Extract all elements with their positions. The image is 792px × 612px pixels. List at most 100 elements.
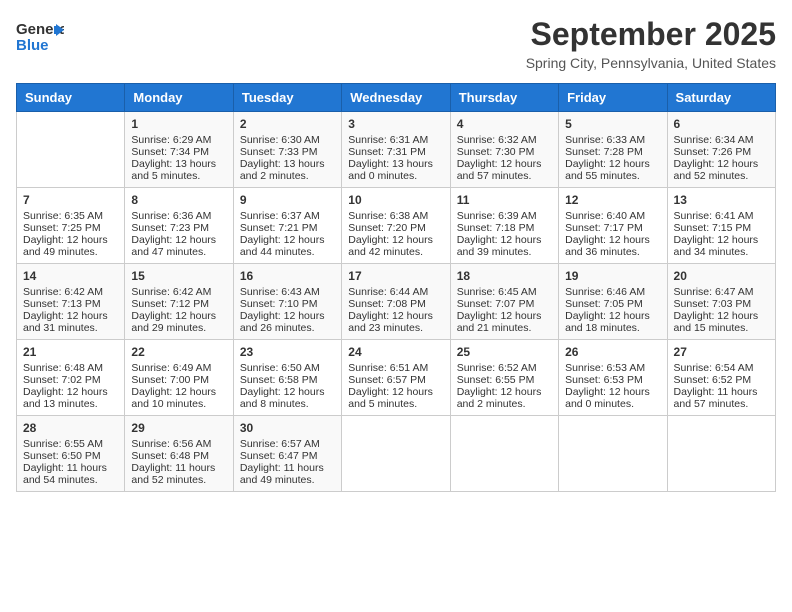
day-number: 8 [131, 193, 226, 207]
day-info: Daylight: 12 hours [674, 234, 769, 246]
day-number: 2 [240, 117, 335, 131]
calendar-cell: 22Sunrise: 6:49 AMSunset: 7:00 PMDayligh… [125, 340, 233, 416]
day-info: Sunset: 7:03 PM [674, 298, 769, 310]
calendar-cell: 12Sunrise: 6:40 AMSunset: 7:17 PMDayligh… [559, 188, 667, 264]
day-number: 26 [565, 345, 660, 359]
day-number: 28 [23, 421, 118, 435]
weekday-header-monday: Monday [125, 84, 233, 112]
calendar-cell: 28 Sunrise: 6:55 AMSunset: 6:50 PMDayligh… [17, 416, 125, 492]
day-info: Sunrise: 6:56 AM [131, 438, 226, 450]
day-info: and 2 minutes. [457, 398, 552, 410]
day-number: 21 [23, 345, 118, 359]
calendar-cell: 14Sunrise: 6:42 AMSunset: 7:13 PMDayligh… [17, 264, 125, 340]
day-info: Daylight: 12 hours [457, 310, 552, 322]
day-info: Sunrise: 6:40 AM [565, 210, 660, 222]
calendar-cell: 9Sunrise: 6:37 AMSunset: 7:21 PMDaylight… [233, 188, 341, 264]
day-info: Sunset: 7:00 PM [131, 374, 226, 386]
day-info: Sunrise: 6:34 AM [674, 134, 769, 146]
day-info: and 21 minutes. [457, 322, 552, 334]
day-info: Sunset: 7:33 PM [240, 146, 335, 158]
day-info: Sunset: 6:57 PM [348, 374, 443, 386]
day-number: 19 [565, 269, 660, 283]
calendar-cell: 17Sunrise: 6:44 AMSunset: 7:08 PMDayligh… [342, 264, 450, 340]
calendar-table: SundayMondayTuesdayWednesdayThursdayFrid… [16, 83, 776, 492]
day-info: and 8 minutes. [240, 398, 335, 410]
calendar-cell [450, 416, 558, 492]
calendar-cell: 1Sunrise: 6:29 AMSunset: 7:34 PMDaylight… [125, 112, 233, 188]
day-number: 5 [565, 117, 660, 131]
day-info: Sunrise: 6:57 AM [240, 438, 335, 450]
calendar-body: 1Sunrise: 6:29 AMSunset: 7:34 PMDaylight… [17, 112, 776, 492]
calendar-cell: 25Sunrise: 6:52 AMSunset: 6:55 PMDayligh… [450, 340, 558, 416]
day-info: Daylight: 12 hours [565, 386, 660, 398]
month-title: September 2025 [526, 16, 776, 53]
calendar-week-2: 7Sunrise: 6:35 AMSunset: 7:25 PMDaylight… [17, 188, 776, 264]
day-info: Daylight: 12 hours [23, 234, 118, 246]
day-info: and 49 minutes. [240, 474, 335, 486]
day-info: and 57 minutes. [457, 170, 552, 182]
day-info: Sunset: 7:10 PM [240, 298, 335, 310]
calendar-cell: 18Sunrise: 6:45 AMSunset: 7:07 PMDayligh… [450, 264, 558, 340]
day-info: and 42 minutes. [348, 246, 443, 258]
day-info: Sunrise: 6:33 AM [565, 134, 660, 146]
day-number: 6 [674, 117, 769, 131]
calendar-cell: 19Sunrise: 6:46 AMSunset: 7:05 PMDayligh… [559, 264, 667, 340]
day-info: and 10 minutes. [131, 398, 226, 410]
day-info: Daylight: 12 hours [348, 386, 443, 398]
day-number: 10 [348, 193, 443, 207]
day-info: Sunrise: 6:30 AM [240, 134, 335, 146]
day-info: Sunrise: 6:42 AM [23, 286, 118, 298]
day-info: Daylight: 12 hours [674, 310, 769, 322]
calendar-cell: 23Sunrise: 6:50 AMSunset: 6:58 PMDayligh… [233, 340, 341, 416]
day-info: Sunset: 6:53 PM [565, 374, 660, 386]
weekday-header-tuesday: Tuesday [233, 84, 341, 112]
day-info: Daylight: 12 hours [457, 234, 552, 246]
day-info: Daylight: 11 hours [23, 462, 118, 474]
svg-text:Blue: Blue [16, 37, 49, 54]
day-number: 25 [457, 345, 552, 359]
day-info: and 52 minutes. [131, 474, 226, 486]
day-info: Daylight: 11 hours [240, 462, 335, 474]
day-info: and 13 minutes. [23, 398, 118, 410]
day-info: Daylight: 12 hours [240, 386, 335, 398]
day-info: and 52 minutes. [674, 170, 769, 182]
calendar-cell: 10Sunrise: 6:38 AMSunset: 7:20 PMDayligh… [342, 188, 450, 264]
day-info: Sunset: 7:13 PM [23, 298, 118, 310]
logo: General Blue [16, 16, 64, 54]
day-number: 14 [23, 269, 118, 283]
day-info: and 0 minutes. [348, 170, 443, 182]
day-info: Daylight: 11 hours [131, 462, 226, 474]
day-info: Sunset: 6:50 PM [23, 450, 118, 462]
weekday-header-friday: Friday [559, 84, 667, 112]
day-info: Sunrise: 6:45 AM [457, 286, 552, 298]
day-info: Sunset: 7:20 PM [348, 222, 443, 234]
day-info: Sunrise: 6:55 AM [23, 438, 118, 450]
weekday-header-row: SundayMondayTuesdayWednesdayThursdayFrid… [17, 84, 776, 112]
day-info: Daylight: 12 hours [131, 310, 226, 322]
day-number: 11 [457, 193, 552, 207]
day-info: Sunset: 7:15 PM [674, 222, 769, 234]
calendar-cell: 8Sunrise: 6:36 AMSunset: 7:23 PMDaylight… [125, 188, 233, 264]
day-info: Sunrise: 6:35 AM [23, 210, 118, 222]
day-info: and 2 minutes. [240, 170, 335, 182]
calendar-cell: 7Sunrise: 6:35 AMSunset: 7:25 PMDaylight… [17, 188, 125, 264]
day-info: Daylight: 12 hours [131, 386, 226, 398]
day-info: and 0 minutes. [565, 398, 660, 410]
page-header: General Blue September 2025 Spring City,… [16, 16, 776, 71]
calendar-cell: 5Sunrise: 6:33 AMSunset: 7:28 PMDaylight… [559, 112, 667, 188]
day-info: Daylight: 12 hours [131, 234, 226, 246]
day-info: and 31 minutes. [23, 322, 118, 334]
day-info: Sunset: 7:02 PM [23, 374, 118, 386]
location: Spring City, Pennsylvania, United States [526, 55, 776, 71]
title-area: September 2025 Spring City, Pennsylvania… [526, 16, 776, 71]
day-number: 22 [131, 345, 226, 359]
day-info: and 23 minutes. [348, 322, 443, 334]
day-info: Sunset: 7:18 PM [457, 222, 552, 234]
day-number: 20 [674, 269, 769, 283]
day-info: Daylight: 12 hours [674, 158, 769, 170]
day-info: Sunrise: 6:39 AM [457, 210, 552, 222]
day-info: Sunrise: 6:48 AM [23, 362, 118, 374]
day-info: Daylight: 12 hours [240, 310, 335, 322]
day-info: Sunrise: 6:31 AM [348, 134, 443, 146]
day-info: Sunset: 7:23 PM [131, 222, 226, 234]
